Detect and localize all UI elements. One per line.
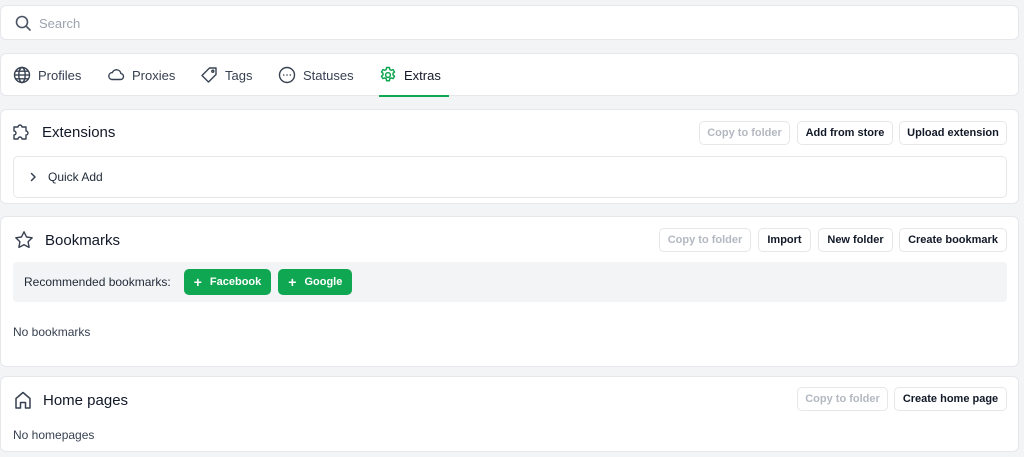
chevron-right-icon	[30, 172, 36, 182]
empty-state-text: No bookmarks	[13, 325, 91, 339]
tab-label: Extras	[404, 67, 441, 83]
plus-icon: +	[193, 274, 202, 290]
search-icon	[15, 15, 31, 31]
create-bookmark-button[interactable]: Create bookmark	[899, 228, 1007, 252]
recommended-label: Recommended bookmarks:	[24, 275, 171, 289]
globe-icon	[13, 66, 31, 84]
extensions-section: Extensions Copy to folder Add from store…	[0, 109, 1019, 204]
new-folder-button[interactable]: New folder	[818, 228, 893, 252]
tab-label: Proxies	[132, 67, 176, 83]
dots-circle-icon	[278, 66, 296, 84]
home-icon	[15, 391, 31, 409]
home-pages-section: Home pages Copy to folder Create home pa…	[0, 376, 1019, 452]
tab-bar: Profiles Proxies Tags Statuses Extras	[0, 53, 1019, 97]
quick-add-label: Quick Add	[48, 170, 103, 184]
tab-label: Tags	[225, 67, 253, 83]
add-google-bookmark-button[interactable]: + Google	[278, 269, 353, 295]
add-from-store-button[interactable]: Add from store	[797, 121, 893, 145]
tab-statuses[interactable]: Statuses	[278, 54, 354, 96]
button-label: Facebook	[209, 276, 262, 288]
import-button[interactable]: Import	[758, 228, 811, 252]
star-icon	[15, 231, 33, 249]
gear-icon	[380, 66, 396, 82]
section-title: Home pages	[43, 392, 129, 409]
plus-icon: +	[288, 274, 297, 290]
copy-to-folder-button[interactable]: Copy to folder	[699, 121, 790, 145]
tab-tags[interactable]: Tags	[200, 54, 252, 96]
empty-state-text: No homepages	[13, 428, 95, 442]
recommended-bookmarks-bar: Recommended bookmarks: + Facebook + Goog…	[13, 262, 1007, 302]
upload-extension-button[interactable]: Upload extension	[899, 121, 1007, 145]
bookmarks-section: Bookmarks Copy to folder Import New fold…	[0, 216, 1019, 367]
section-title: Extensions	[42, 124, 116, 141]
tab-label: Profiles	[38, 67, 82, 83]
tab-extras[interactable]: Extras	[379, 54, 449, 97]
section-title: Bookmarks	[45, 232, 121, 249]
quick-add-accordion[interactable]: Quick Add	[13, 156, 1007, 198]
tab-label: Statuses	[303, 67, 354, 83]
puzzle-icon	[13, 124, 29, 140]
search-input[interactable]	[39, 13, 939, 33]
create-home-page-button[interactable]: Create home page	[894, 387, 1007, 411]
tab-proxies[interactable]: Proxies	[107, 54, 175, 96]
add-facebook-bookmark-button[interactable]: + Facebook	[183, 269, 272, 295]
cloud-icon	[108, 69, 125, 81]
copy-to-folder-button[interactable]: Copy to folder	[797, 387, 888, 411]
copy-to-folder-button[interactable]: Copy to folder	[659, 228, 751, 252]
tab-profiles[interactable]: Profiles	[13, 54, 81, 96]
button-label: Google	[304, 276, 343, 288]
tag-icon	[201, 67, 217, 83]
search-bar	[0, 5, 1019, 40]
